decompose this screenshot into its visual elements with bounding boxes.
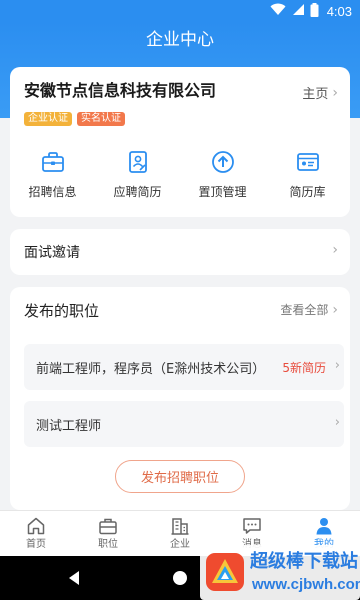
section-title: 发布的职位 xyxy=(24,302,100,320)
action-applied-resumes[interactable]: 应聘简历 xyxy=(95,149,180,209)
job-row[interactable]: 前端工程师，程序员（E滁州技术公司） 5新简历 › xyxy=(24,344,344,390)
home-button-icon[interactable] xyxy=(170,568,190,588)
action-label: 应聘简历 xyxy=(113,185,162,199)
pin-top-icon xyxy=(210,149,236,175)
home-link[interactable]: 主页 › xyxy=(302,83,338,103)
resume-library-icon xyxy=(295,149,321,175)
interview-invitation-row[interactable]: 面试邀请 › xyxy=(10,229,350,275)
chevron-right-icon: › xyxy=(332,301,338,318)
enterprise-verified-badge: 企业认证 xyxy=(24,112,72,126)
action-label: 招聘信息 xyxy=(28,185,77,199)
page-title: 企业中心 xyxy=(146,30,214,50)
badge-row: 企业认证 实名认证 xyxy=(24,112,125,126)
action-pin-management[interactable]: 置顶管理 xyxy=(180,149,265,209)
action-label: 置顶管理 xyxy=(198,185,247,199)
watermark-logo-icon xyxy=(204,551,246,593)
chevron-right-icon: › xyxy=(334,415,340,430)
publish-job-button[interactable]: 发布招聘职位 xyxy=(115,460,245,493)
watermark-url: www.cjbwh.com xyxy=(252,576,360,593)
chevron-right-icon: › xyxy=(334,358,340,373)
user-icon xyxy=(313,515,335,537)
new-resume-count: 5新简历 xyxy=(282,361,326,375)
chevron-right-icon: › xyxy=(332,242,338,258)
tab-label: 企业 xyxy=(170,539,190,550)
view-all-link[interactable]: 查看全部 › xyxy=(280,301,338,318)
status-time: 4:03 xyxy=(326,3,352,19)
tab-label: 首页 xyxy=(26,539,46,550)
signal-icon xyxy=(291,3,305,19)
home-icon xyxy=(25,515,47,537)
action-label: 简历库 xyxy=(289,185,326,199)
watermark-text: 超级棒下载站 xyxy=(250,551,358,572)
posted-jobs-card: 发布的职位 查看全部 › 前端工程师，程序员（E滁州技术公司） 5新简历 › 测… xyxy=(10,287,350,510)
quick-actions: 招聘信息 应聘简历 置顶管理 简历库 xyxy=(10,149,350,209)
company-name: 安徽节点信息科技有限公司 xyxy=(24,81,217,100)
resume-icon xyxy=(125,149,151,175)
back-icon[interactable] xyxy=(64,568,84,588)
building-icon xyxy=(169,515,191,537)
company-card: 安徽节点信息科技有限公司 主页 › 企业认证 实名认证 招聘信息 应聘简历 置顶… xyxy=(10,67,350,217)
action-recruitment-info[interactable]: 招聘信息 xyxy=(10,149,95,209)
home-link-label: 主页 xyxy=(302,87,329,102)
job-row[interactable]: 测试工程师 › xyxy=(24,401,344,447)
wifi-icon xyxy=(270,3,286,19)
status-bar: 4:03 xyxy=(0,0,360,22)
chevron-right-icon: › xyxy=(332,84,338,101)
realname-verified-badge: 实名认证 xyxy=(77,112,125,126)
view-all-label: 查看全部 xyxy=(280,303,329,317)
action-resume-library[interactable]: 简历库 xyxy=(265,149,350,209)
interview-label: 面试邀请 xyxy=(24,245,80,261)
message-icon xyxy=(241,515,263,537)
briefcase-icon xyxy=(40,149,66,175)
tab-jobs[interactable]: 职位 xyxy=(72,511,144,556)
job-title: 前端工程师，程序员（E滁州技术公司） xyxy=(36,362,266,377)
job-title: 测试工程师 xyxy=(36,419,102,434)
watermark: 超级棒下载站 www.cjbwh.com xyxy=(200,545,360,600)
tab-label: 职位 xyxy=(98,539,118,550)
job-icon xyxy=(97,515,119,537)
battery-icon xyxy=(310,2,319,20)
status-icons: 4:03 xyxy=(270,2,352,20)
tab-home[interactable]: 首页 xyxy=(0,511,72,556)
